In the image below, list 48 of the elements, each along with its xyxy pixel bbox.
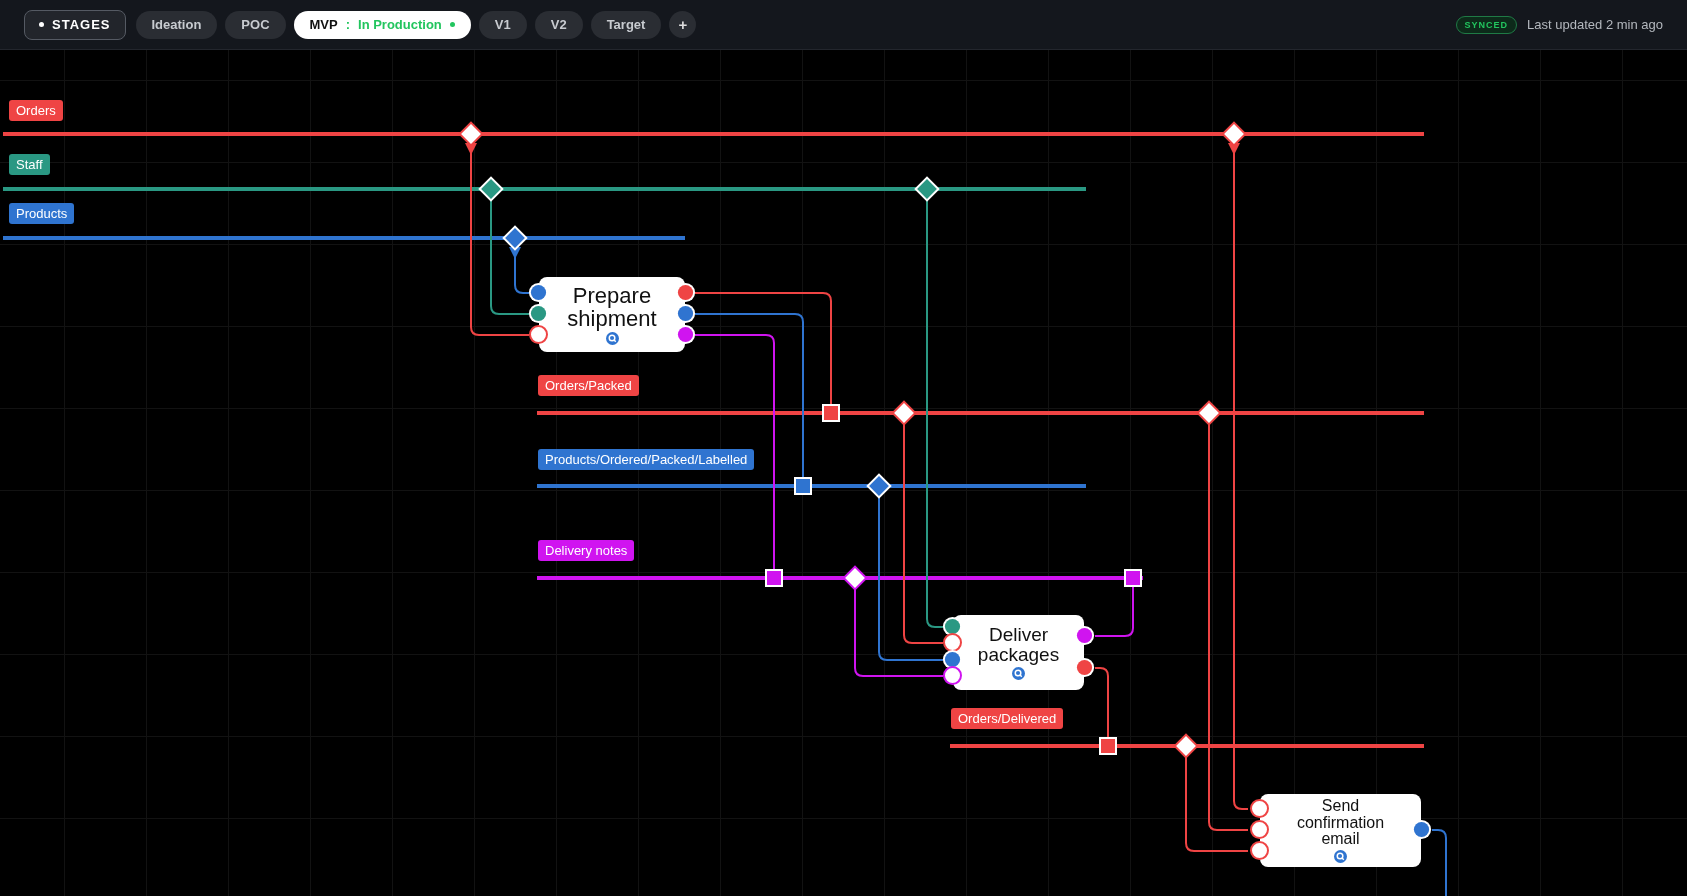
input-port[interactable] bbox=[944, 618, 961, 635]
lane-label[interactable]: Orders bbox=[9, 100, 63, 121]
node-title: Deliver packages bbox=[976, 625, 1061, 665]
stage-tab[interactable]: MVP : In Production bbox=[293, 10, 471, 39]
synced-badge: SYNCED bbox=[1455, 15, 1518, 34]
last-updated-text: Last updated 2 min ago bbox=[1527, 17, 1663, 32]
output-port[interactable] bbox=[677, 284, 694, 301]
add-stage-button[interactable]: + bbox=[669, 11, 697, 38]
output-port[interactable] bbox=[1076, 659, 1093, 676]
square-marker[interactable] bbox=[765, 569, 783, 587]
connector-line bbox=[1094, 585, 1134, 637]
input-port[interactable] bbox=[944, 651, 961, 668]
node-title: Send confirmation email bbox=[1295, 797, 1386, 849]
stage-tab[interactable]: Ideation bbox=[135, 10, 218, 39]
connector-line bbox=[1094, 667, 1109, 739]
node-title: Prepare shipment bbox=[566, 283, 658, 331]
dot-icon bbox=[39, 22, 44, 27]
stage-tab[interactable]: POC bbox=[225, 10, 286, 39]
lane-label[interactable]: Orders/Packed bbox=[538, 375, 639, 396]
output-port[interactable] bbox=[1076, 627, 1093, 644]
search-icon[interactable] bbox=[605, 332, 619, 346]
lane-label[interactable]: Orders/Delivered bbox=[951, 708, 1064, 729]
output-port[interactable] bbox=[677, 326, 694, 343]
process-node[interactable]: Send confirmation email bbox=[1260, 794, 1421, 867]
process-node[interactable]: Deliver packages bbox=[953, 615, 1084, 690]
lane-label[interactable]: Products bbox=[9, 203, 75, 224]
stage-tab[interactable]: V2 bbox=[534, 10, 583, 39]
status-dot-icon bbox=[449, 22, 455, 27]
input-port[interactable] bbox=[530, 305, 547, 322]
stages-button[interactable]: STAGES bbox=[24, 9, 126, 40]
stage-tab[interactable]: V1 bbox=[478, 10, 527, 39]
output-port[interactable] bbox=[677, 305, 694, 322]
stage-status: In Production bbox=[358, 17, 442, 32]
connector-line bbox=[1431, 829, 1447, 896]
input-port[interactable] bbox=[530, 284, 547, 301]
stage-separator: : bbox=[345, 17, 351, 32]
square-marker[interactable] bbox=[822, 404, 840, 422]
stage-tab[interactable]: Target bbox=[590, 10, 662, 39]
search-icon[interactable] bbox=[1012, 666, 1025, 680]
output-port[interactable] bbox=[1413, 821, 1430, 838]
square-marker[interactable] bbox=[1124, 569, 1142, 587]
square-marker[interactable] bbox=[1099, 737, 1117, 755]
lane-label[interactable]: Staff bbox=[9, 154, 50, 175]
search-icon[interactable] bbox=[1334, 850, 1347, 864]
lane-label[interactable]: Delivery notes bbox=[538, 540, 635, 561]
square-marker[interactable] bbox=[794, 477, 812, 495]
lane-label[interactable]: Products/Ordered/Packed/Labelled bbox=[538, 449, 755, 470]
process-node[interactable]: Prepare shipment bbox=[539, 277, 685, 352]
